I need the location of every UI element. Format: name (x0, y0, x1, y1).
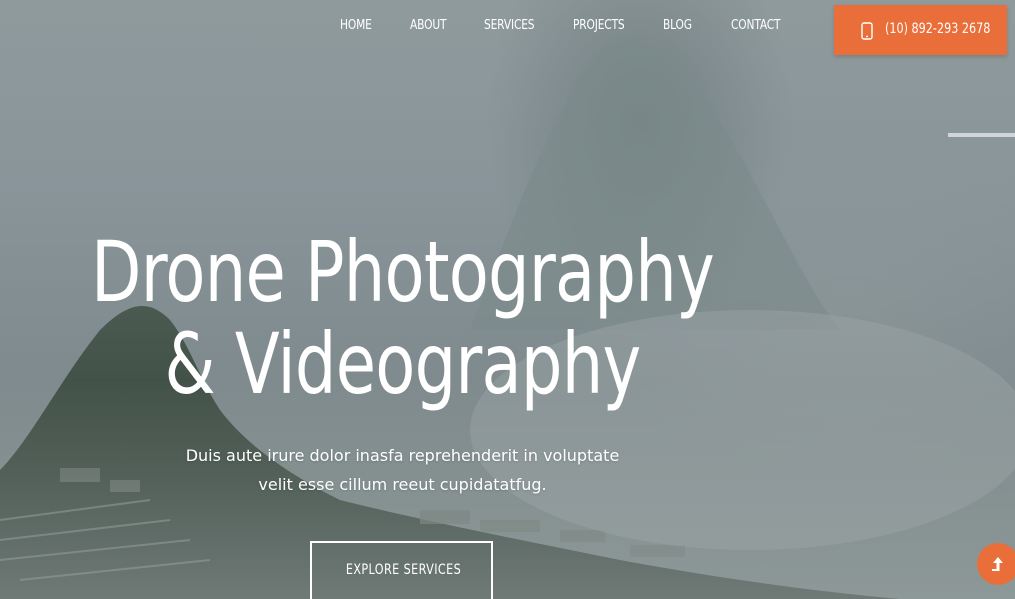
hero-section: HOME ABOUT SERVICES PROJECTS BLOG CONTAC… (0, 0, 1015, 599)
nav-item-blog[interactable]: BLOG (663, 18, 692, 33)
nav-item-home[interactable]: HOME (340, 18, 372, 33)
hero-title: Drone Photography & Videography (0, 226, 805, 410)
nav-item-about[interactable]: ABOUT (410, 18, 446, 33)
nav-item-services[interactable]: SERVICES (484, 18, 535, 33)
nav-item-projects[interactable]: PROJECTS (573, 18, 625, 33)
slider-indicator[interactable] (948, 133, 1015, 137)
hero-subtitle-line-2: velit esse cillum reeut cupidatatfug. (258, 475, 547, 494)
explore-services-label: EXPLORE SERVICES (345, 562, 462, 578)
phone-button[interactable]: (10) 892-293 2678 (834, 5, 1007, 55)
nav-item-contact[interactable]: CONTACT (731, 18, 781, 33)
mobile-phone-icon (859, 22, 875, 40)
hero-title-line-1: Drone Photography (91, 223, 715, 321)
hero-subtitle: Duis aute irure dolor inasfa reprehender… (140, 441, 665, 499)
hero-title-line-2: & Videography (164, 315, 642, 413)
scroll-to-top-button[interactable] (977, 543, 1015, 585)
arrow-up-icon (992, 557, 1003, 571)
phone-number: (10) 892-293 2678 (885, 21, 991, 37)
explore-services-button[interactable]: EXPLORE SERVICES (310, 541, 493, 599)
hero-subtitle-line-1: Duis aute irure dolor inasfa reprehender… (185, 446, 620, 465)
